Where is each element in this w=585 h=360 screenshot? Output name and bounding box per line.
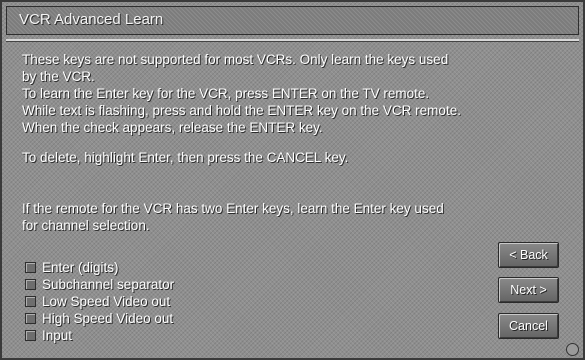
checkbox-icon	[25, 313, 36, 324]
checkbox-icon	[25, 330, 36, 341]
key-label: High Speed Video out	[42, 311, 174, 326]
instruction-line: These keys are not supported for most VC…	[22, 52, 449, 67]
key-item-input[interactable]: Input	[25, 327, 174, 344]
key-label: Input	[42, 328, 73, 343]
key-item-high-speed-video-out[interactable]: High Speed Video out	[25, 310, 174, 327]
instruction-line: by the VCR.	[22, 69, 95, 84]
window-title: VCR Advanced Learn	[19, 11, 164, 28]
delete-instruction: To delete, highlight Enter, then press t…	[22, 149, 348, 166]
key-label: Enter (digits)	[42, 260, 119, 275]
key-item-subchannel-separator[interactable]: Subchannel separator	[25, 276, 174, 293]
instructions-paragraph: These keys are not supported for most VC…	[22, 51, 461, 136]
two-enter-keys-note: If the remote for the VCR has two Enter …	[22, 200, 444, 234]
cancel-button[interactable]: Cancel	[498, 313, 559, 339]
key-label: Low Speed Video out	[42, 294, 171, 309]
key-label: Subchannel separator	[42, 277, 175, 292]
key-item-enter-digits[interactable]: Enter (digits)	[25, 259, 174, 276]
corner-indicator-icon	[566, 343, 579, 356]
title-bar: VCR Advanced Learn	[6, 6, 579, 35]
instruction-line: To delete, highlight Enter, then press t…	[22, 150, 349, 165]
checkbox-icon	[25, 279, 36, 290]
checkbox-icon	[25, 296, 36, 307]
next-button[interactable]: Next >	[498, 277, 559, 303]
instruction-line: for channel selection.	[22, 218, 150, 233]
instruction-line: If the remote for the VCR has two Enter …	[22, 201, 444, 216]
instruction-line: While text is flashing, press and hold t…	[22, 103, 461, 118]
learn-key-list: Enter (digits) Subchannel separator Low …	[25, 259, 174, 344]
instruction-line: To learn the Enter key for the VCR, pres…	[22, 86, 430, 101]
back-button[interactable]: < Back	[498, 242, 559, 268]
key-item-low-speed-video-out[interactable]: Low Speed Video out	[25, 293, 174, 310]
checkbox-icon	[25, 262, 36, 273]
title-divider	[6, 39, 579, 42]
vcr-advanced-learn-screen: VCR Advanced Learn These keys are not su…	[0, 0, 585, 360]
instruction-line: When the check appears, release the ENTE…	[22, 120, 323, 135]
